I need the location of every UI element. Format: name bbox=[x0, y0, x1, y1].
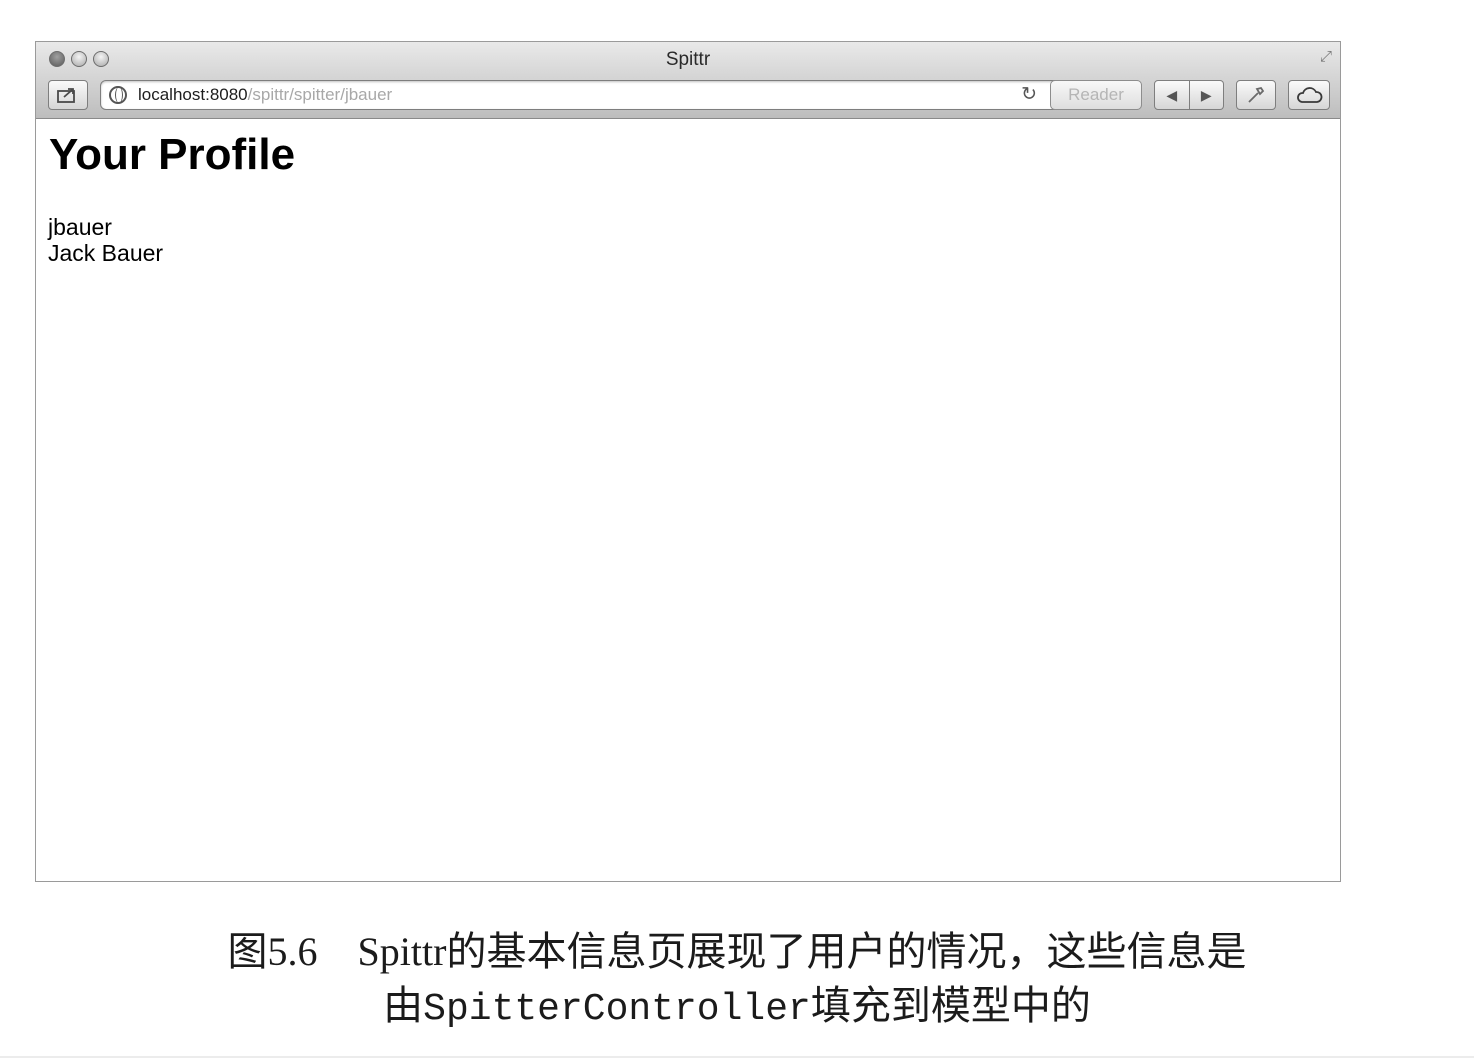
profile-info: jbauer Jack Bauer bbox=[48, 214, 163, 266]
caption-suffix: 填充到模型中的 bbox=[810, 983, 1091, 1028]
page-title: Your Profile bbox=[49, 130, 296, 179]
tools-button[interactable] bbox=[1236, 80, 1276, 110]
figure-number: 图5.6 bbox=[227, 929, 318, 974]
caption-line-1: 图5.6 Spittr的基本信息页展现了用户的情况，这些信息是 bbox=[0, 925, 1474, 979]
caption-text-1: Spittr的基本信息页展现了用户的情况，这些信息是 bbox=[357, 929, 1247, 974]
url-path: /spittr/spitter/jbauer bbox=[247, 85, 393, 104]
caption-code: SpitterController bbox=[423, 988, 811, 1031]
reader-button[interactable]: Reader bbox=[1050, 80, 1142, 110]
globe-icon bbox=[109, 86, 127, 104]
browser-window: Spittr ⤢ localhost:8080/spittr/spitter/j… bbox=[35, 41, 1341, 882]
share-icon bbox=[57, 88, 75, 103]
page-divider bbox=[0, 1056, 1474, 1058]
fullscreen-icon[interactable]: ⤢ bbox=[1320, 48, 1332, 65]
forward-arrow-icon[interactable]: ▶ bbox=[1189, 80, 1224, 110]
figure-caption: 图5.6 Spittr的基本信息页展现了用户的情况，这些信息是 由SpitterC… bbox=[0, 925, 1474, 1037]
wrench-icon bbox=[1248, 86, 1265, 103]
share-button[interactable] bbox=[48, 80, 88, 110]
page-content: Your Profile jbauer Jack Bauer bbox=[36, 119, 1340, 881]
caption-line-2: 由SpitterController填充到模型中的 bbox=[0, 979, 1474, 1037]
profile-username: jbauer bbox=[48, 214, 112, 240]
navigation-buttons: ◀ ▶ bbox=[1154, 80, 1224, 110]
window-title: Spittr bbox=[665, 49, 711, 70]
icloud-button[interactable] bbox=[1288, 80, 1330, 110]
url-host: localhost:8080 bbox=[138, 85, 248, 104]
caption-prefix: 由 bbox=[383, 983, 424, 1028]
back-arrow-icon[interactable]: ◀ bbox=[1154, 80, 1190, 110]
cloud-icon bbox=[1297, 87, 1323, 103]
profile-full-name: Jack Bauer bbox=[48, 240, 164, 266]
url-text: localhost:8080/spittr/spitter/jbauer bbox=[138, 85, 392, 105]
reload-icon[interactable]: ↻ bbox=[1021, 83, 1037, 106]
address-bar[interactable]: localhost:8080/spittr/spitter/jbauer ↻ R… bbox=[100, 80, 1142, 110]
title-bar: Spittr ⤢ localhost:8080/spittr/spitter/j… bbox=[36, 42, 1340, 119]
